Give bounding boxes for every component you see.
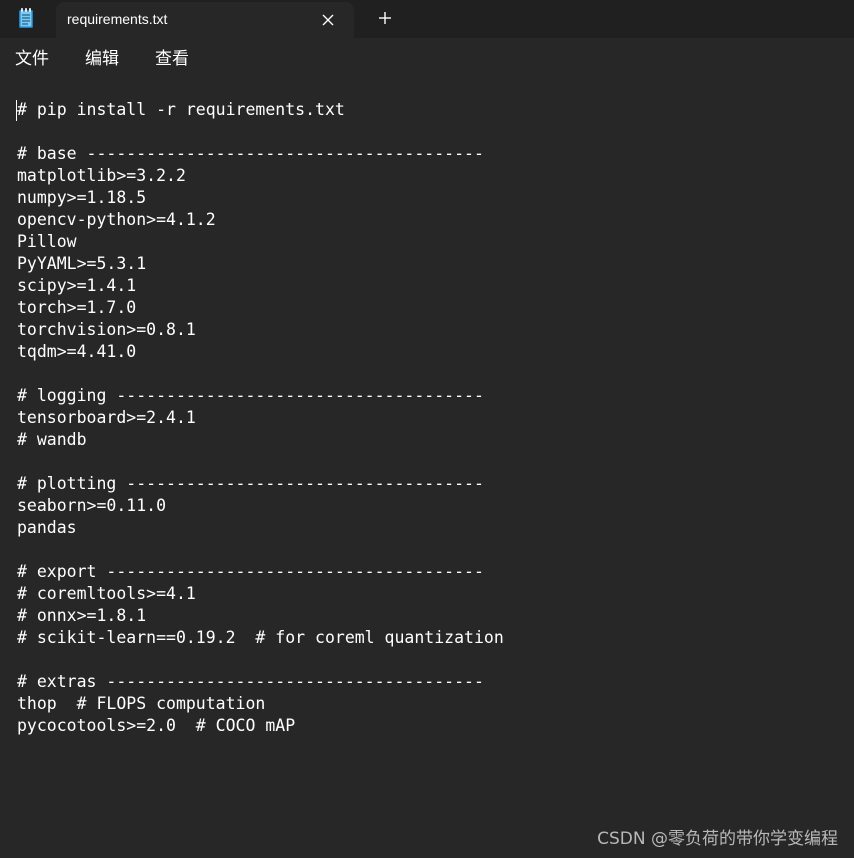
close-icon[interactable] <box>318 10 338 30</box>
tab-requirements[interactable]: requirements.txt <box>56 2 354 38</box>
text-editor[interactable]: # pip install -r requirements.txt # base… <box>0 80 854 858</box>
menu-view[interactable]: 查看 <box>155 49 189 69</box>
document-text[interactable]: # pip install -r requirements.txt # base… <box>17 99 504 737</box>
notepad-window: requirements.txt 文件 编辑 查看 # pip install … <box>0 0 854 858</box>
menu-bar: 文件 编辑 查看 <box>0 38 854 80</box>
watermark: CSDN @零负荷的带你学变编程 <box>597 829 838 849</box>
menu-edit[interactable]: 编辑 <box>85 49 119 69</box>
title-bar[interactable]: requirements.txt <box>0 0 854 38</box>
notepad-icon <box>17 7 35 29</box>
tab-title: requirements.txt <box>67 11 168 27</box>
menu-file[interactable]: 文件 <box>15 49 49 69</box>
plus-icon[interactable] <box>374 7 396 29</box>
